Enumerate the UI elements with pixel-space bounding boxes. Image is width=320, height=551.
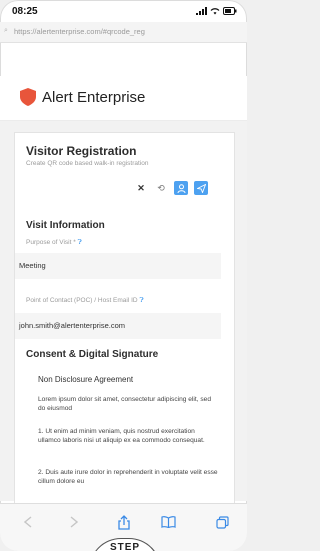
page-title: Visitor Registration [26, 144, 137, 158]
nda-paragraph: 1. Ut enim ad minim veniam, quis nostrud… [38, 428, 205, 444]
purpose-label-text: Purpose of Visit * [26, 239, 76, 246]
nda-paragraph: 2. Duis aute irure dolor in reprehenderi… [38, 469, 218, 485]
info-icon[interactable]: ❓︎ [78, 239, 82, 246]
status-bar: 08:25 [0, 0, 247, 22]
nda-paragraph: Lorem ipsum dolor sit amet, consectetur … [38, 396, 211, 412]
tabs-icon[interactable] [214, 514, 230, 530]
purpose-of-visit-value: Meeting [19, 261, 46, 270]
battery-icon [223, 7, 237, 15]
consent-heading: Consent & Digital Signature [26, 349, 159, 360]
brand-name: Alert Enterprise [42, 89, 146, 106]
poc-label: Point of Contact (POC) / Host Email ID ❓… [26, 297, 144, 305]
forward-icon[interactable] [66, 514, 82, 530]
status-icons [196, 6, 237, 16]
refresh-icon[interactable]: ⟲ [154, 181, 168, 195]
status-time: 08:25 [12, 6, 38, 17]
back-icon[interactable] [20, 514, 36, 530]
phone-frame: 08:25 ⌕ https://alertenterprise.com/#qrc… [0, 0, 247, 551]
bookmarks-icon[interactable] [160, 514, 176, 530]
address-bar[interactable]: ⌕ https://alertenterprise.com/#qrcode_re… [0, 22, 247, 43]
info-icon[interactable]: ❓︎ [139, 297, 143, 304]
wifi-icon [210, 8, 220, 15]
nda-scroll-box[interactable]: Non Disclosure Agreement Lorem ipsum dol… [24, 370, 223, 500]
signal-icon [196, 7, 207, 15]
poc-email-field[interactable]: john.smith@alertenterprise.com [15, 313, 221, 339]
alert-enterprise-logo-icon [20, 88, 36, 106]
visit-information-heading: Visit Information [26, 220, 105, 231]
poc-email-value: john.smith@alertenterprise.com [19, 321, 125, 330]
send-icon[interactable] [194, 181, 208, 195]
page-subtitle: Create QR code based walk-in registratio… [26, 160, 149, 167]
step-label: STEP [109, 542, 141, 551]
search-icon: ⌕ [4, 27, 8, 34]
user-icon[interactable] [174, 181, 188, 195]
share-icon[interactable] [116, 514, 132, 530]
close-icon[interactable]: ✕ [134, 181, 148, 195]
purpose-of-visit-field[interactable]: Meeting [15, 253, 221, 279]
poc-label-text: Point of Contact (POC) / Host Email ID [26, 297, 138, 304]
purpose-label: Purpose of Visit * ❓︎ [26, 239, 82, 247]
nda-title: Non Disclosure Agreement [38, 375, 134, 384]
form-toolbar: ✕ ⟲ [134, 181, 208, 195]
url-text[interactable]: https://alertenterprise.com/#qrcode_reg [14, 27, 239, 36]
